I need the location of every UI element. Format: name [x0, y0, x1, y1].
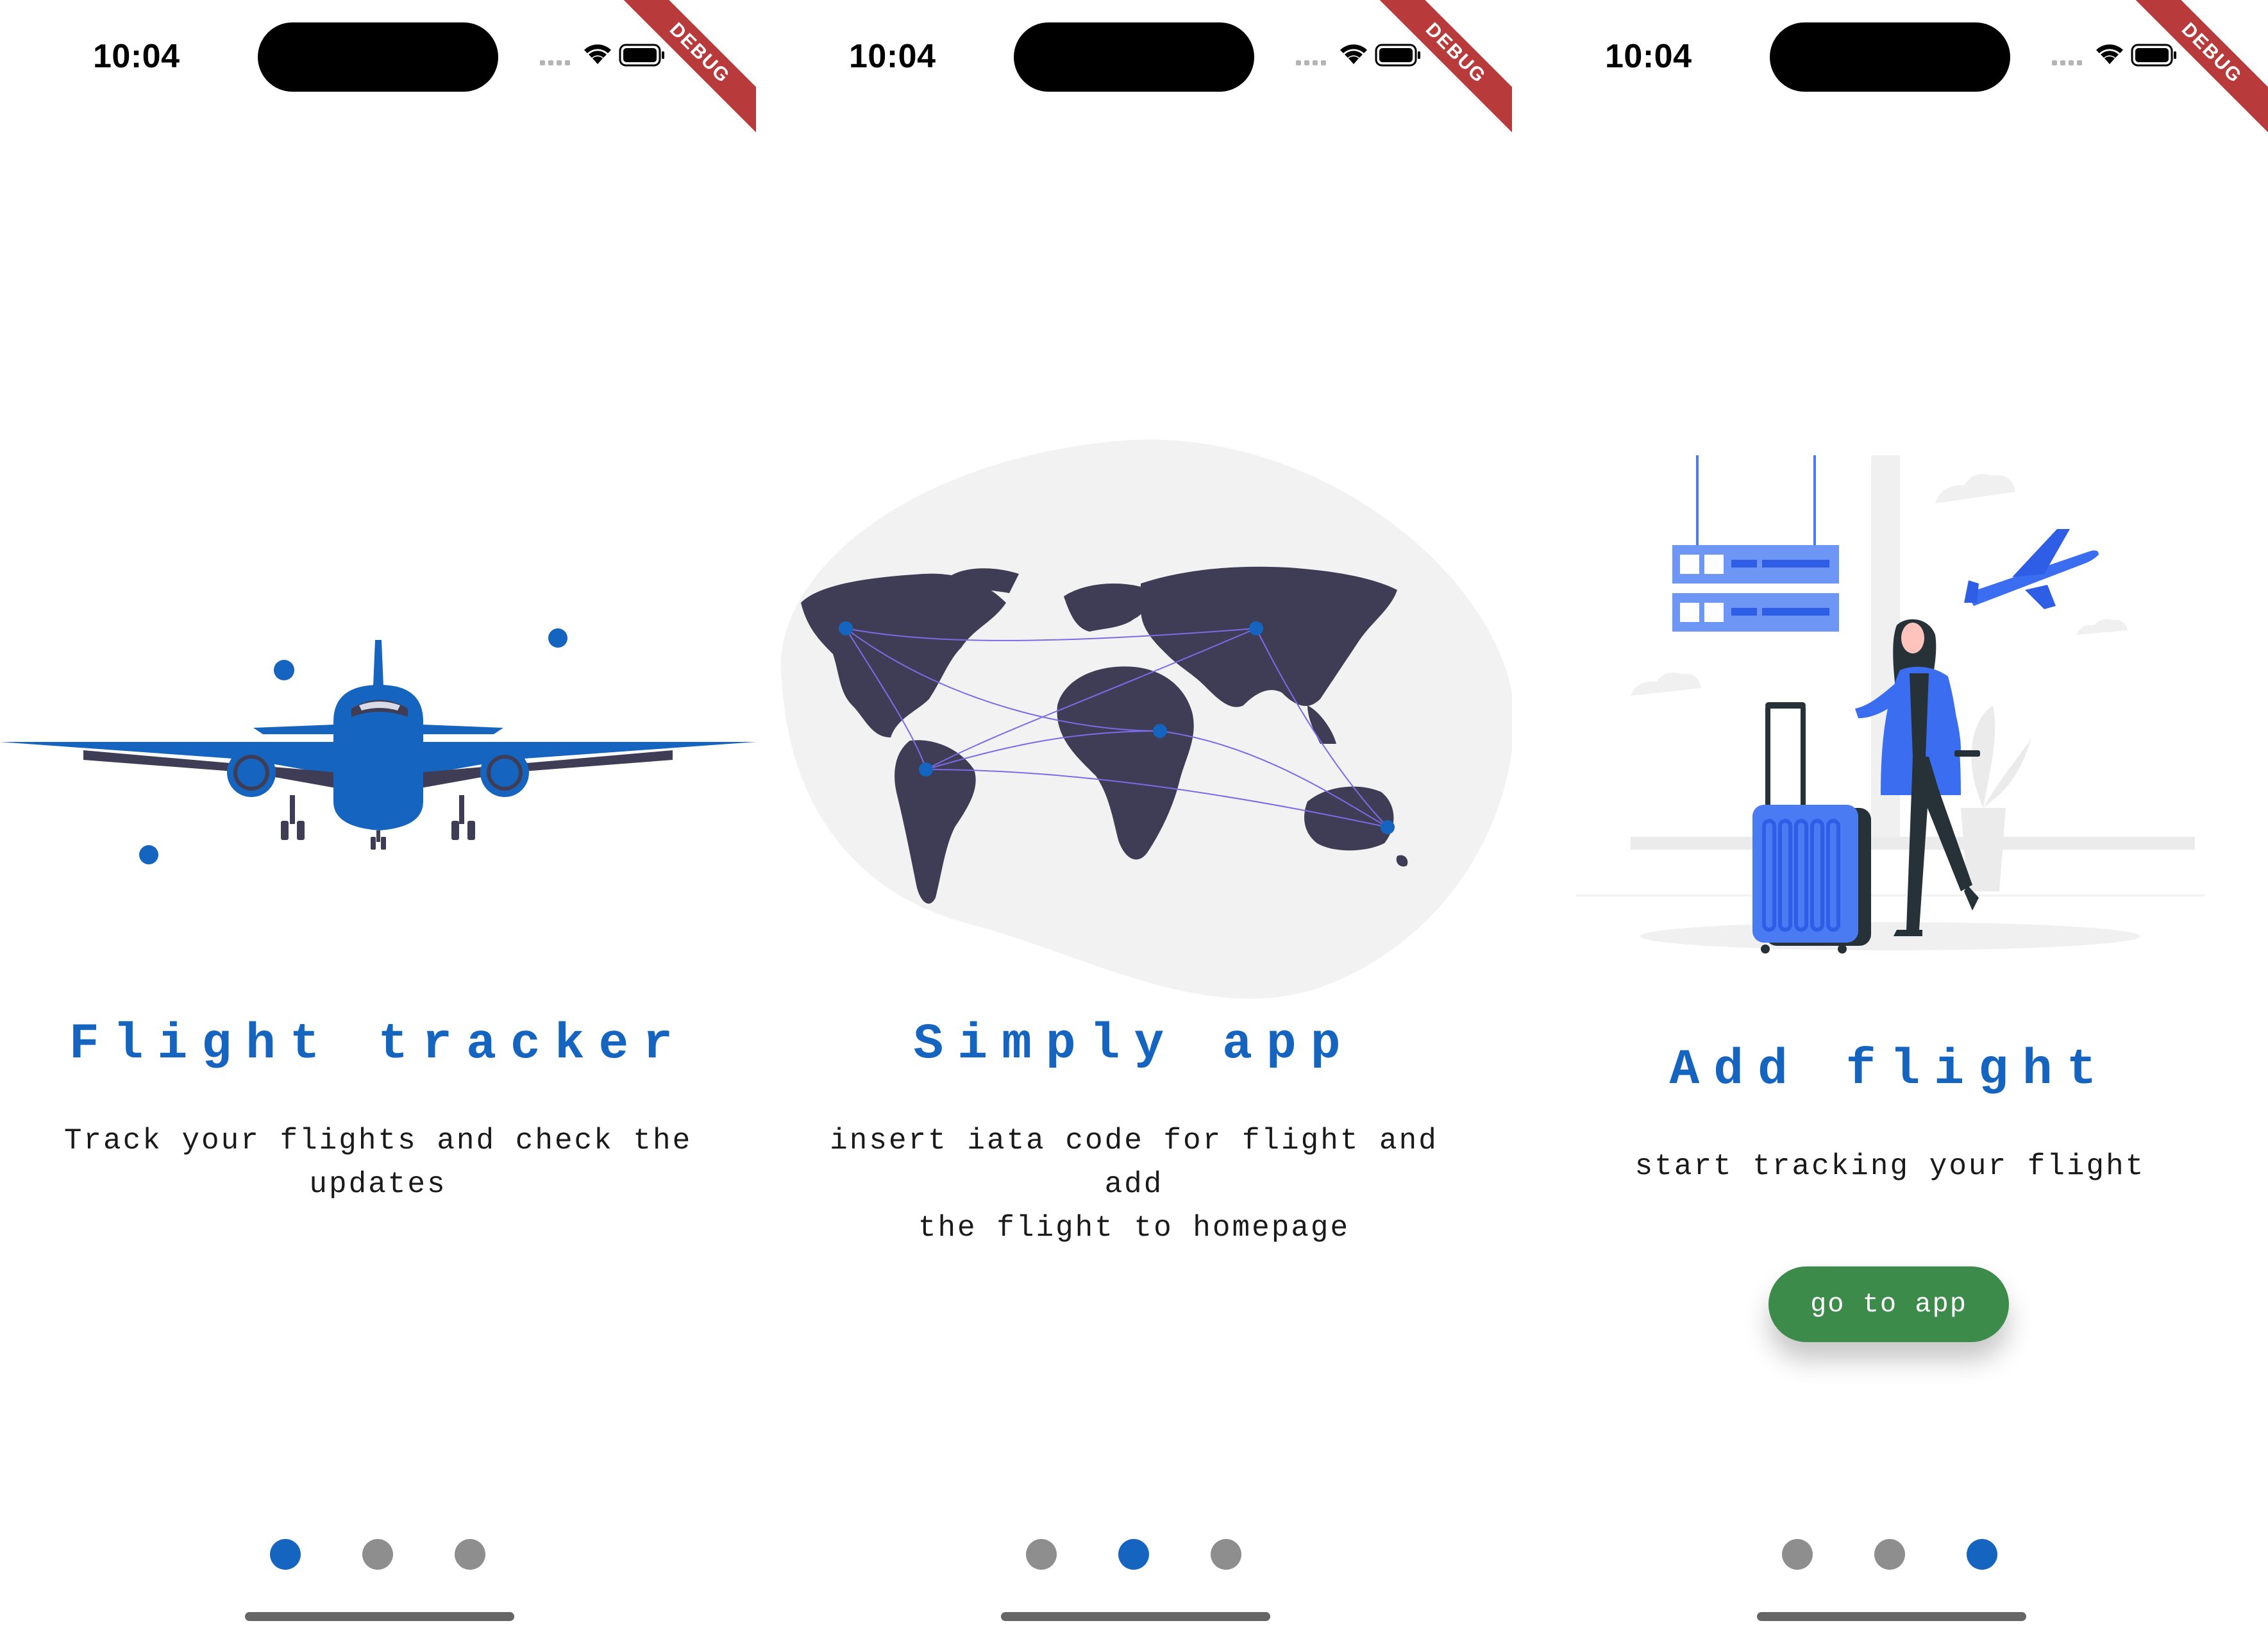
go-to-app-button[interactable]: go to app: [1768, 1266, 2009, 1342]
battery-icon: [1375, 44, 1420, 67]
page-title: Add flight: [1669, 1042, 2111, 1098]
debug-banner: DEBUG: [1365, 0, 1512, 147]
status-time: 10:04: [93, 38, 180, 75]
description-line: updates: [309, 1168, 447, 1201]
traveler-with-luggage-illustration: [1576, 455, 2205, 954]
battery-icon: [619, 44, 664, 67]
dynamic-island: [258, 22, 498, 92]
status-icons: [540, 44, 664, 67]
home-indicator[interactable]: [1757, 1612, 2026, 1621]
page-indicator: [756, 1539, 1512, 1571]
signal-icon: [2052, 60, 2082, 65]
onboarding-page-flight-tracker: 10:04 DEBUG Flight tracker Track your fl…: [0, 0, 756, 1639]
dynamic-island: [1770, 22, 2010, 92]
dynamic-island: [1014, 22, 1254, 92]
page-dot-2[interactable]: [362, 1539, 393, 1570]
dot-decoration: [139, 845, 158, 864]
description-line: Track your flights and check the: [63, 1124, 693, 1157]
wifi-icon: [584, 44, 611, 64]
onboarding-page-add-flight: 10:04 DEBUG Add flight start tracking yo…: [1512, 0, 2268, 1639]
page-dot-1[interactable]: [270, 1539, 301, 1570]
wifi-icon: [2096, 44, 2123, 64]
page-dot-2[interactable]: [1118, 1539, 1149, 1570]
description-line: start tracking your flight: [1634, 1150, 2146, 1183]
airplane-illustration: [0, 628, 756, 864]
page-dot-3[interactable]: [1967, 1539, 1997, 1570]
dot-decoration: [274, 660, 294, 680]
home-indicator[interactable]: [1001, 1612, 1270, 1621]
home-indicator[interactable]: [245, 1612, 514, 1621]
wifi-icon: [1340, 44, 1367, 64]
page-dot-3[interactable]: [455, 1539, 485, 1570]
airplane-illustration: [0, 205, 756, 308]
page-dot-3[interactable]: [1211, 1539, 1241, 1570]
signal-icon: [1296, 60, 1326, 65]
onboarding-page-simply-app: 10:04 DEBUG Simply app insert iata code …: [756, 0, 1512, 1639]
debug-banner: DEBUG: [2121, 0, 2268, 147]
battery-icon: [2131, 44, 2176, 67]
world-map-illustration: [780, 439, 1512, 999]
page-description: Track your flights and check the updates: [58, 1119, 698, 1206]
page-dot-1[interactable]: [1782, 1539, 1813, 1570]
signal-icon: [540, 60, 570, 65]
page-title: Flight tracker: [69, 1016, 687, 1073]
description-line: insert iata code for flight and add: [830, 1124, 1438, 1201]
page-dot-2[interactable]: [1874, 1539, 1905, 1570]
page-description: start tracking your flight: [1570, 1145, 2210, 1188]
page-dot-1[interactable]: [1026, 1539, 1057, 1570]
page-title: Simply app: [913, 1016, 1355, 1073]
dot-decoration: [548, 628, 567, 648]
status-icons: [1296, 44, 1420, 67]
page-description: insert iata code for flight and add the …: [814, 1119, 1454, 1250]
page-indicator: [0, 1539, 756, 1571]
page-indicator: [1512, 1539, 2268, 1571]
status-icons: [2052, 44, 2176, 67]
debug-banner: DEBUG: [609, 0, 756, 147]
description-line: the flight to homepage: [918, 1211, 1350, 1245]
status-time: 10:04: [1605, 38, 1692, 75]
status-time: 10:04: [849, 38, 936, 75]
